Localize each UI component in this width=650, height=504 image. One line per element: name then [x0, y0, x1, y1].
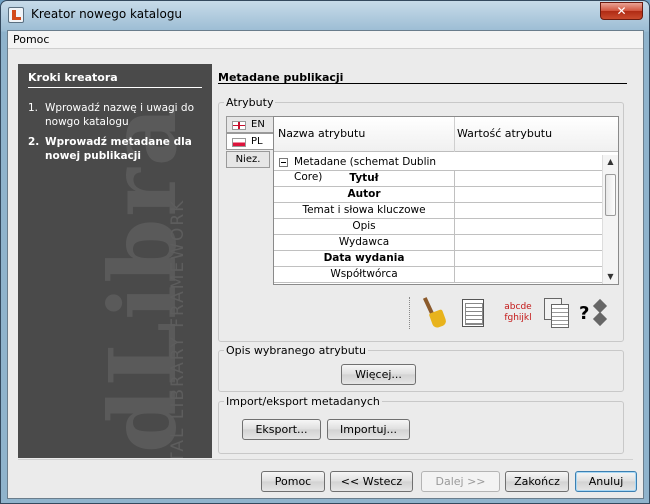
column-header-name[interactable]: Nazwa atrybutu: [278, 127, 365, 140]
export-button[interactable]: Eksport...: [242, 419, 321, 440]
import-export-group-label: Import/eksport metadanych: [224, 395, 382, 408]
uk-flag-icon: [232, 121, 246, 130]
table-row[interactable]: Wydawca: [274, 235, 602, 251]
help-button[interactable]: Pomoc: [261, 471, 325, 492]
step-label: Wprowadź nazwę i uwagi do nowgo katalogu: [45, 102, 195, 128]
scroll-up-arrow-icon[interactable]: ▲: [603, 155, 618, 169]
column-header-value[interactable]: Wartość atrybutu: [457, 127, 552, 140]
table-row[interactable]: Autor: [274, 187, 602, 203]
table-row[interactable]: Tytuł: [274, 171, 602, 187]
attributes-group: Atrybuty EN PL Niez. Nazwa atrybutu Wart…: [218, 96, 624, 342]
attribute-name: Autor: [274, 187, 455, 203]
dialog-window: Kreator nowego katalogu ✕ Pomoc dLibra D…: [0, 0, 650, 504]
column-divider[interactable]: [454, 117, 455, 152]
scroll-down-arrow-icon[interactable]: ▼: [603, 270, 618, 284]
next-button[interactable]: Dalej >>: [421, 471, 500, 492]
step-label: Wprowadź metadane dla nowej publikacji: [45, 136, 192, 162]
language-code: EN: [251, 119, 265, 130]
tree-root-label: Metadane (schemat Dublin Core): [294, 156, 437, 183]
attribute-name: Wydawca: [274, 235, 455, 251]
cancel-button[interactable]: Anuluj: [575, 471, 637, 492]
app-icon: [8, 7, 24, 23]
table-vertical-scrollbar[interactable]: ▲ ▼: [602, 155, 618, 284]
abc-line2: fghijkl: [504, 313, 532, 323]
footer-divider: [18, 459, 633, 460]
menu-item-help[interactable]: Pomoc: [13, 33, 49, 46]
step-number: 1.: [28, 102, 39, 114]
window-title: Kreator nowego katalogu: [31, 7, 183, 21]
close-button[interactable]: ✕: [600, 2, 643, 20]
context-help-icon[interactable]: ?: [579, 295, 613, 331]
attributes-group-label: Atrybuty: [224, 96, 276, 109]
spellcheck-abc-icon[interactable]: abcde fghijkl: [501, 295, 535, 331]
language-tab-pl[interactable]: PL: [226, 133, 274, 150]
tree-root-row[interactable]: Metadane (schemat Dublin Core): [274, 155, 602, 183]
title-bar: Kreator nowego katalogu ✕: [1, 1, 649, 29]
table-row[interactable]: Temat i słowa kluczowe: [274, 203, 602, 219]
wizard-steps-panel: dLibra DIGITAL LIBRARY FRAMEWORK Kroki k…: [18, 64, 212, 458]
document-copy-icon[interactable]: [542, 295, 572, 331]
language-tab-unspecified[interactable]: Niez.: [226, 151, 270, 168]
attributes-toolbar: abcde fghijkl ?: [409, 293, 619, 335]
table-row[interactable]: Opis: [274, 219, 602, 235]
toolbar-separator: [409, 297, 411, 329]
attribute-name: Data wydania: [274, 251, 455, 267]
more-button[interactable]: Więcej...: [341, 364, 416, 385]
attribute-name: Współtwórca: [274, 267, 455, 283]
steps-divider: [28, 87, 202, 88]
spreadsheet-icon[interactable]: [459, 295, 489, 331]
poland-flag-icon: [232, 138, 246, 147]
attribute-description-group: Opis wybranego atrybutu: [218, 344, 624, 392]
table-row[interactable]: Współtwórca: [274, 267, 602, 283]
menu-bar: Pomoc: [8, 31, 643, 49]
description-group-label: Opis wybranego atrybutu: [224, 344, 368, 357]
back-button[interactable]: << Wstecz: [330, 471, 413, 492]
scrollbar-thumb[interactable]: [605, 174, 616, 216]
attribute-name: Tytuł: [274, 171, 455, 187]
attribute-name: Opis: [274, 219, 455, 235]
language-tab-en[interactable]: EN: [226, 116, 274, 133]
section-divider: [218, 83, 627, 84]
table-header: Nazwa atrybutu Wartość atrybutu: [274, 117, 618, 152]
watermark-caption: DIGITAL LIBRARY FRAMEWORK: [168, 198, 188, 458]
steps-title: Kroki kreatora: [28, 71, 118, 84]
attribute-name: Temat i słowa kluczowe: [274, 203, 455, 219]
finish-button[interactable]: Zakończ: [505, 471, 569, 492]
dialog-client-area: Pomoc dLibra DIGITAL LIBRARY FRAMEWORK K…: [7, 30, 644, 499]
help-question-mark: ?: [579, 303, 590, 324]
table-row[interactable]: Data wydania: [274, 251, 602, 267]
step-number: 2.: [28, 136, 40, 148]
language-code: PL: [251, 136, 263, 147]
import-button[interactable]: Importuj...: [327, 419, 410, 440]
attributes-table: Nazwa atrybutu Wartość atrybutu Metadane…: [273, 116, 619, 285]
clear-broom-icon[interactable]: [421, 295, 451, 331]
abc-line1: abcde: [504, 302, 532, 312]
